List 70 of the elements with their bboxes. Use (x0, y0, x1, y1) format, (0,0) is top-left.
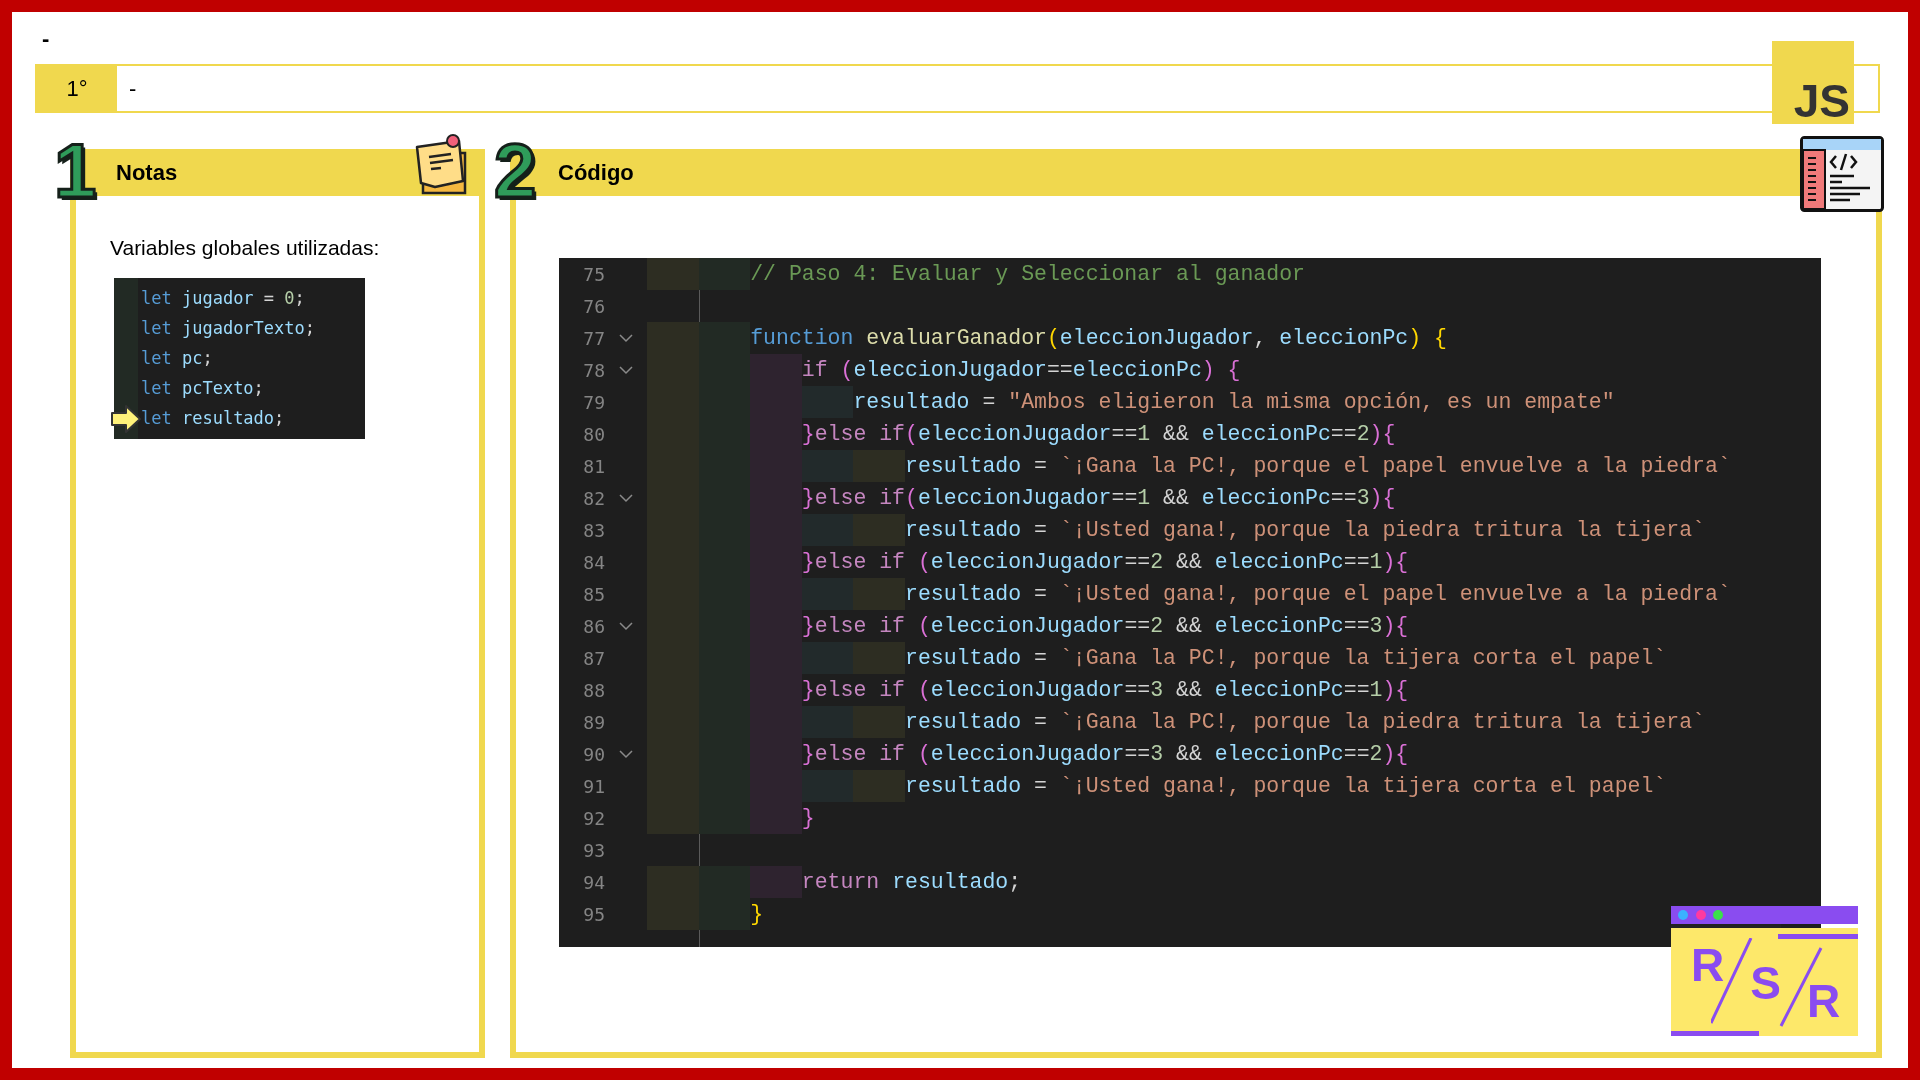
line-number: 83 (582, 518, 605, 543)
top-label: - (42, 26, 50, 51)
code-line: let jugadorTexto; (141, 316, 316, 340)
js-logo: JS (1772, 41, 1854, 124)
line-number: 93 (582, 838, 605, 863)
line-number: 75 (582, 262, 605, 287)
code-line: }else if (eleccionJugador==3 && eleccionPc==2){ (801, 740, 1409, 768)
line-number: 79 (582, 390, 605, 415)
line-number: 77 (582, 326, 605, 351)
line-number: 94 (582, 870, 605, 895)
line-number: 81 (582, 454, 605, 479)
code-line: return resultado; (801, 868, 1022, 896)
line-number: 90 (582, 742, 605, 767)
line-number: 78 (582, 358, 605, 383)
line-number: 89 (582, 710, 605, 735)
chevron-icon[interactable] (619, 333, 633, 343)
panel-title: Código (558, 159, 634, 187)
code-line: }else if(eleccionJugador==1 && eleccionPc==2){ (801, 420, 1396, 448)
line-number: 91 (582, 774, 605, 799)
code-line: } (750, 900, 764, 928)
code-line: let jugador = 0; (141, 286, 305, 310)
chevron-icon[interactable] (619, 493, 633, 503)
indent-guide (647, 322, 699, 354)
code-line: }else if (eleccionJugador==2 && eleccionPc==3){ (801, 612, 1409, 640)
code-line: let pc; (141, 346, 213, 370)
panel-title: Notas (116, 159, 178, 187)
code-line: let resultado; (141, 406, 285, 430)
line-number: 88 (582, 678, 605, 703)
title-field[interactable]: - (117, 66, 1617, 111)
number-badge: 1° (37, 66, 117, 111)
code-line: }else if (eleccionJugador==3 && eleccionPc==1){ (801, 676, 1409, 704)
notes-text: Variables globales utilizadas: (110, 235, 381, 261)
code-line: resultado = `¡Usted gana!, porque la tijera corta el papel` (905, 772, 1667, 800)
code-line: resultado = `¡Gana la PC!, porque la piedra tritura la tijera` (905, 708, 1705, 736)
indent-guide (698, 322, 751, 354)
code-line: function evaluarGanador(eleccionJugador, eleccionPc) { (750, 324, 1447, 352)
code-line: resultado = `¡Gana la PC!, porque la tijera corta el papel` (905, 644, 1667, 672)
line-number: 87 (582, 646, 605, 671)
badge-letter: S (1750, 960, 1781, 1006)
line-number: 80 (582, 422, 605, 447)
code-line: }else if(eleccionJugador==1 && eleccionPc==3){ (801, 484, 1396, 512)
badge-letter: R (1806, 978, 1841, 1024)
chevron-icon[interactable] (619, 621, 633, 631)
code-line: }else if (eleccionJugador==2 && eleccionPc==1){ (801, 548, 1409, 576)
code-line: let pcTexto; (141, 376, 264, 400)
code-line: resultado = `¡Usted gana!, porque la piedra tritura la tijera` (905, 516, 1705, 544)
code-line: resultado = "Ambos eligieron la misma opción, es un empate" (853, 388, 1615, 416)
chevron-icon[interactable] (619, 749, 633, 759)
indent-guide (647, 802, 699, 834)
line-number: 82 (582, 486, 605, 511)
indent-guide (647, 866, 699, 898)
code-line: if (eleccionJugador==eleccionPc) { (801, 356, 1241, 384)
line-number: 85 (582, 582, 605, 607)
code-line: resultado = `¡Usted gana!, porque el papel envuelve a la piedra` (905, 580, 1731, 608)
indent-guide (647, 898, 699, 930)
chevron-icon[interactable] (619, 365, 633, 375)
indent-guide (698, 898, 751, 930)
line-number: 76 (582, 294, 605, 319)
line-number: 92 (582, 806, 605, 831)
line-number: 84 (582, 550, 605, 575)
indent-guide (647, 258, 699, 290)
code-line: resultado = `¡Gana la PC!, porque el papel envuelve a la piedra` (905, 452, 1731, 480)
code-window-icon (1800, 136, 1884, 212)
line-number: 95 (582, 902, 605, 927)
indent-guide (698, 866, 751, 898)
code-comment: // Paso 4: Evaluar y Seleccionar al ganador (750, 260, 1305, 288)
indent-guide (698, 802, 751, 834)
line-number: 86 (582, 614, 605, 639)
code-line: } (801, 804, 815, 832)
badge-letter: R (1691, 942, 1725, 988)
